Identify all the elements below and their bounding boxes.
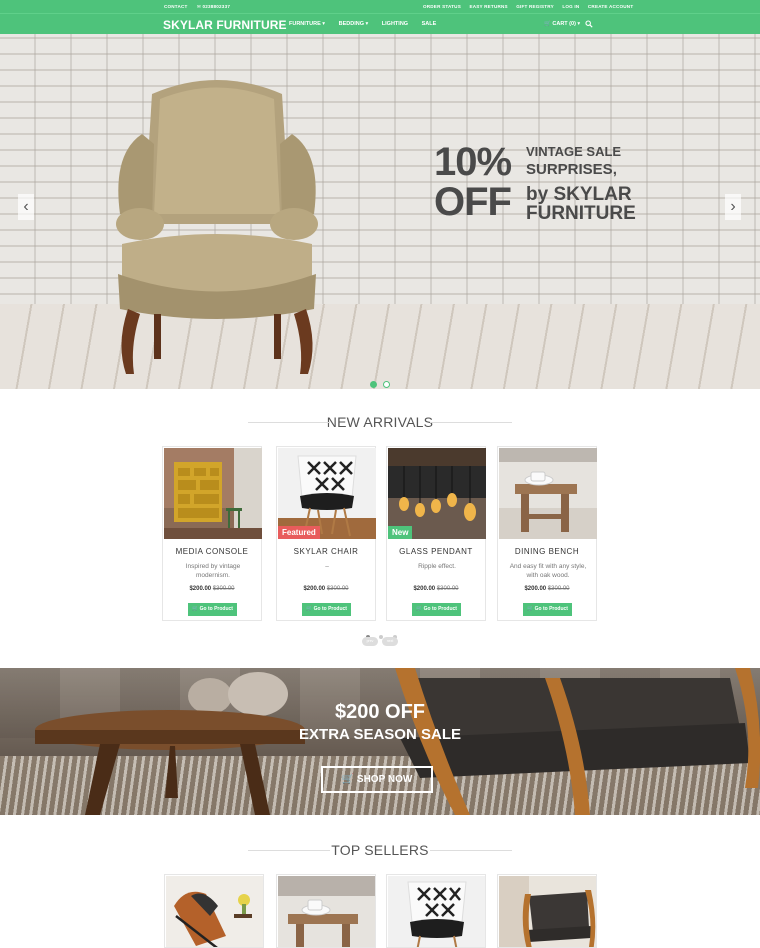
product-name[interactable]: SKYLAR CHAIR [277,547,375,556]
product-price: $200.00 $300.00 [277,586,375,592]
product-price: $200.00 $300.00 [498,586,596,592]
product-image[interactable] [499,448,597,539]
top-seller-card-2[interactable] [276,874,376,948]
featured-badge: Featured [278,526,320,539]
hero-line-2: SURPRISES, [526,161,617,178]
product-card-media-console[interactable]: MEDIA CONSOLE Inspired by vintage modern… [162,446,262,621]
old-price: $300.00 [436,586,459,592]
top-seller-card-1[interactable] [164,874,264,948]
top-seller-card-4[interactable] [497,874,597,948]
product-description: Ripple effect. [418,563,456,570]
product-image[interactable] [499,876,596,947]
product-image[interactable] [278,876,375,947]
go-to-product-button[interactable]: 🛒 Go to Product [188,603,237,616]
armchair-image [116,80,318,374]
hero-line-4: FURNITURE [526,203,636,224]
product-name[interactable]: DINING BENCH [498,547,596,556]
product-card-glass-pendant[interactable]: New GLASS PENDANT Ripple effect. $200.00… [386,446,486,621]
hero-off: OFF [434,180,512,224]
easy-returns-link[interactable]: EASY RETURNS [469,4,507,9]
top-seller-card-3[interactable] [386,874,486,948]
old-price: $300.00 [326,586,349,592]
banner-subtitle: EXTRA SEASON SALE [299,726,461,743]
main-navbar: SKYLAR FURNITURE FURNITURE ▾ BEDDING ▾ L… [0,13,760,34]
site-logo[interactable]: SKYLAR FURNITURE [163,18,287,32]
sale-banner: $200 OFF EXTRA SEASON SALE 🛒 SHOP NOW [0,668,760,815]
carousel-next-button[interactable]: next [382,637,398,646]
current-price: $200.00 [524,586,547,592]
nav-lighting[interactable]: LIGHTING [382,21,408,27]
old-price: $300.00 [547,586,570,592]
go-to-product-button[interactable]: 🛒 Go to Product [412,603,461,616]
current-price: $200.00 [189,586,212,592]
product-name[interactable]: MEDIA CONSOLE [163,547,261,556]
hero-slider: 10% OFF VINTAGE SALE SURPRISES, by SKYLA… [0,34,760,389]
search-icon[interactable] [585,20,593,28]
product-price: $200.00 $300.00 [163,586,261,592]
contact-link[interactable]: CONTACT [164,4,188,9]
product-image[interactable] [164,448,262,539]
gift-registry-link[interactable]: GIFT REGISTRY [516,4,554,9]
product-card-skylar-chair[interactable]: Featured SKYLAR CHAIR – $200.00 $300.00 … [276,446,376,621]
product-name[interactable]: GLASS PENDANT [387,547,485,556]
hero-dot-1[interactable] [370,381,377,388]
product-description: Inspired by vintage modernism. [185,563,241,579]
hero-pagination [370,375,392,389]
top-bar: CONTACT ✉ 0238802337 ORDER STATUS EASY R… [0,0,760,13]
hero-line-1: VINTAGE SALE [526,144,622,159]
product-price: $200.00 $300.00 [387,586,485,592]
top-sellers-title: TOP SELLERS [248,842,512,858]
shop-now-button[interactable]: 🛒 SHOP NOW [321,766,433,793]
new-arrivals-title: NEW ARRIVALS [248,414,512,430]
banner-discount: $200 OFF [334,701,426,723]
product-description: And easy fit with any style, with oak wo… [509,563,587,579]
order-status-link[interactable]: ORDER STATUS [423,4,461,9]
hero-prev-arrow[interactable]: ‹ [18,194,34,220]
nav-sale[interactable]: SALE [422,21,437,27]
login-link[interactable]: LOG IN [562,4,579,9]
product-image[interactable]: Featured [278,448,376,539]
hero-dot-2[interactable] [383,381,391,388]
product-card-dining-bench[interactable]: DINING BENCH And easy fit with any style… [497,446,597,621]
product-description: – [325,563,329,570]
cart-button[interactable]: 🛒 CART (0) ▾ [544,21,580,27]
hero-percent: 10% [434,140,512,184]
hero-next-arrow[interactable]: › [725,194,741,220]
new-badge: New [388,526,413,539]
nav-bedding[interactable]: BEDDING ▾ [339,21,369,27]
main-nav: FURNITURE ▾ BEDDING ▾ LIGHTING SALE [289,21,448,27]
phone-number[interactable]: ✉ 0238802337 [197,4,230,9]
go-to-product-button[interactable]: 🛒 Go to Product [523,603,572,616]
product-image[interactable]: New [388,448,486,539]
current-price: $200.00 [303,586,326,592]
current-price: $200.00 [413,586,436,592]
product-image[interactable] [388,876,485,947]
product-image[interactable] [166,876,263,947]
nav-furniture[interactable]: FURNITURE ▾ [289,21,325,27]
create-account-link[interactable]: CREATE ACCOUNT [588,4,633,9]
old-price: $300.00 [212,586,235,592]
carousel-prev-button[interactable]: prev [362,637,378,646]
go-to-product-button[interactable]: 🛒 Go to Product [302,603,351,616]
